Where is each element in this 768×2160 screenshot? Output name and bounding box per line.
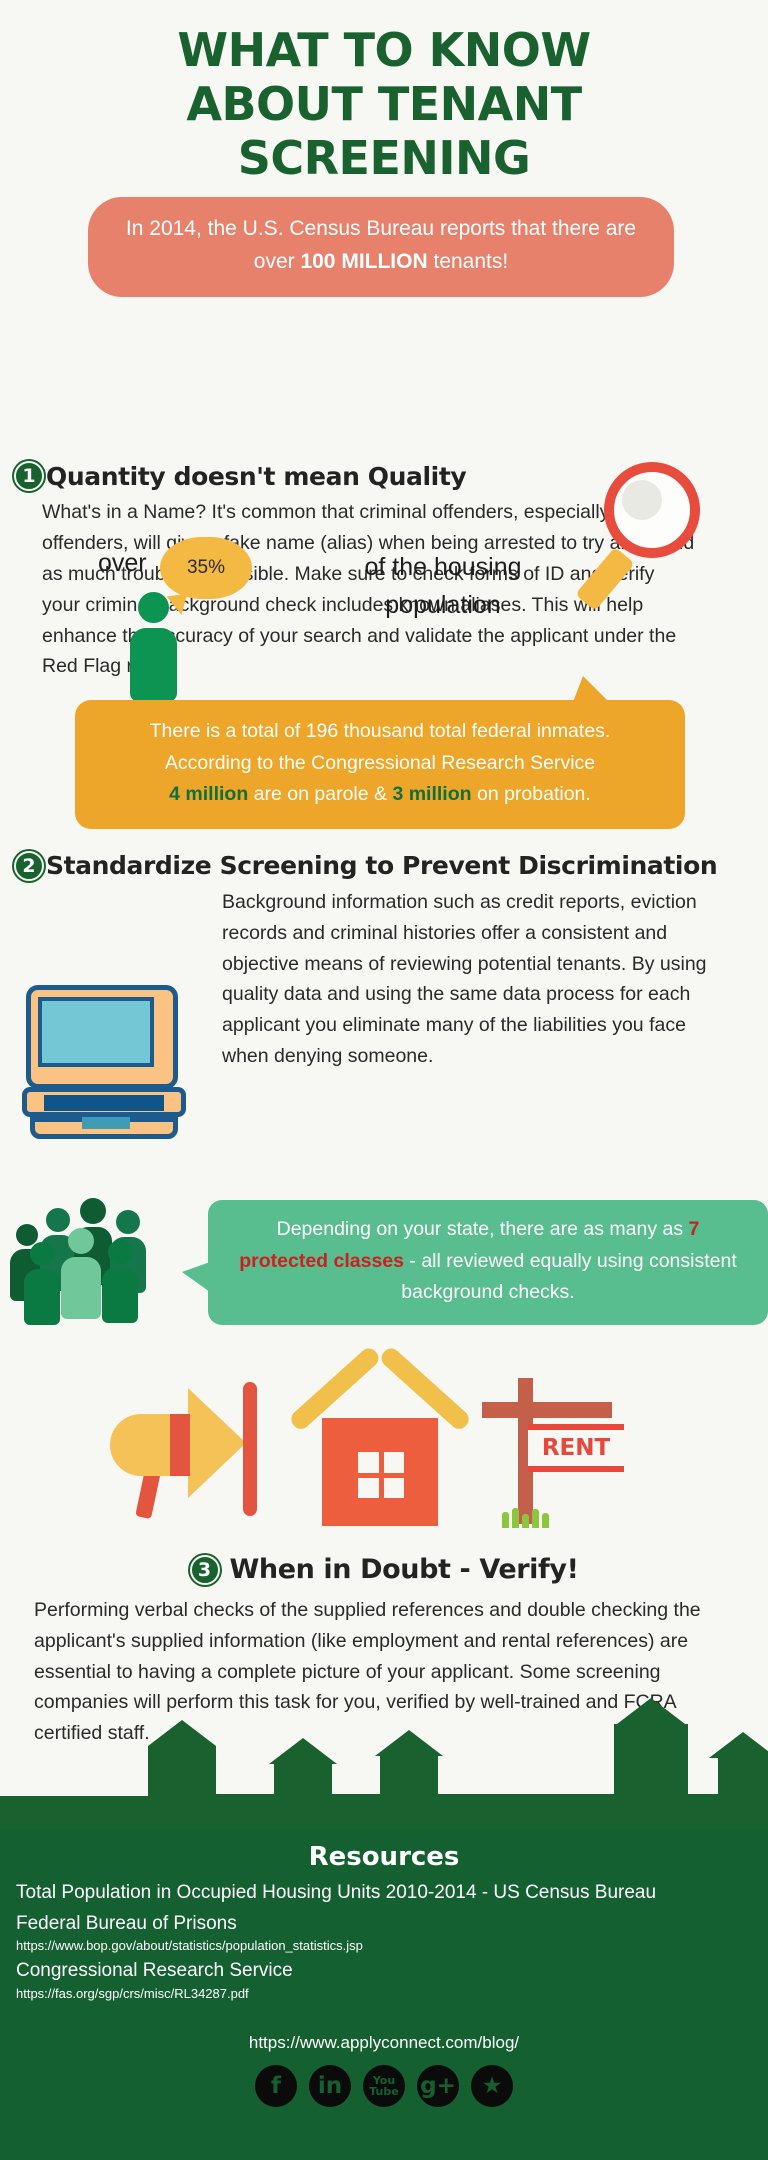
protected-classes-text-2: - all reviewed equally using consistent … (401, 1249, 737, 1304)
building (614, 1724, 688, 1834)
percent-value: 35% (186, 557, 226, 579)
megaphone-cone (188, 1388, 246, 1498)
social-links: f in You Tube g+ ★ (16, 2065, 752, 2108)
resources-footer: Resources Total Population in Occupied H… (0, 1830, 768, 2160)
window-pane (358, 1477, 379, 1498)
skyline-decoration (0, 1714, 768, 1834)
person-figure (24, 1242, 60, 1325)
section-3-title: When in Doubt - Verify! (229, 1554, 579, 1585)
section-3-head: 3 When in Doubt - Verify! (0, 1554, 768, 1585)
census-text-post: tenants! (427, 249, 509, 273)
section-1-title: Quantity doesn't mean Quality (46, 461, 467, 491)
person-figure (102, 1240, 138, 1323)
house-icon (287, 1344, 473, 1528)
building (332, 1794, 380, 1834)
section-1-number: 1 (14, 461, 44, 492)
megaphone-icon (100, 1378, 270, 1528)
title-line-3: SCREENING (237, 130, 531, 185)
percent-bubble: 35% (160, 537, 252, 600)
title-line-1: WHAT TO KNOW (177, 23, 591, 77)
section-2-body: Background information such as credit re… (222, 890, 707, 1067)
protected-classes-text-1: Depending on your state, there are as ma… (276, 1218, 689, 1240)
probation-text: on probation. (471, 783, 591, 806)
facebook-icon[interactable]: f (255, 2065, 297, 2108)
inmates-line-3: 4 million are on parole & 3 million on p… (95, 779, 665, 811)
grass-blade (522, 1514, 529, 1528)
probation-figure: 3 million (392, 783, 472, 806)
building (380, 1756, 438, 1834)
grass-blade (542, 1513, 549, 1528)
rent-label: RENT (528, 1424, 624, 1472)
resource-entry-url[interactable]: https://fas.org/sgp/crs/misc/RL34287.pdf (16, 1985, 752, 2004)
window-pane (383, 1452, 404, 1473)
grass-icon (502, 1508, 552, 1528)
grass-blade (532, 1509, 539, 1528)
building (718, 1758, 768, 1834)
census-bubble: In 2014, the U.S. Census Bureau reports … (88, 197, 674, 297)
page-title: WHAT TO KNOW ABOUT TENANT SCREENING (0, 0, 768, 185)
megaphone-band (170, 1414, 190, 1476)
youtube-icon[interactable]: You Tube (363, 2065, 405, 2108)
rent-sign-icon: RENT (470, 1368, 630, 1528)
person-figure-highlight (61, 1228, 101, 1319)
protected-classes-callout: Depending on your state, there are as ma… (182, 1200, 768, 1325)
grass-blade (502, 1512, 509, 1528)
person-head (30, 1242, 54, 1266)
building (274, 1764, 332, 1834)
section-3-number: 3 (189, 1554, 220, 1585)
building (216, 1794, 274, 1834)
googleplus-icon[interactable]: g+ (417, 2065, 459, 2108)
linkedin-icon[interactable]: in (309, 2065, 351, 2108)
building (438, 1794, 614, 1834)
people-group-icon (10, 1198, 196, 1325)
resource-entry-name: Total Population in Occupied Housing Uni… (16, 1882, 657, 1903)
person-head (116, 1210, 140, 1234)
person-body (61, 1257, 101, 1319)
megaphone-lip (243, 1382, 257, 1516)
census-text-bold: 100 MILLION (300, 249, 428, 273)
resource-entry-url[interactable]: https://www.bop.gov/about/statistics/pop… (16, 1937, 752, 1956)
person-head (80, 1198, 106, 1224)
title-line-2: ABOUT TENANT (186, 76, 582, 131)
parole-figure: 4 million (169, 783, 249, 806)
person-body (24, 1269, 60, 1325)
house-window (358, 1452, 404, 1498)
person-head (108, 1240, 132, 1264)
window-pane (358, 1452, 379, 1473)
person-body (102, 1267, 138, 1323)
megaphone-handle (135, 1468, 161, 1520)
person-body (130, 628, 177, 703)
magnifier-lens (604, 462, 700, 558)
laptop-icon (22, 985, 190, 1139)
person-head (46, 1208, 70, 1232)
laptop-screen (38, 997, 154, 1067)
housing-population-label: of the housing population (364, 553, 522, 619)
infographic-page: WHAT TO KNOW ABOUT TENANT SCREENING In 2… (0, 0, 768, 2160)
section-2-title: Standardize Screening to Prevent Discrim… (46, 851, 718, 881)
intro-block: In 2014, the U.S. Census Bureau reports … (0, 197, 768, 703)
building (0, 1796, 148, 1834)
parole-text: are on parole & (248, 783, 393, 806)
twitter-icon[interactable]: ★ (471, 2065, 513, 2108)
grass-blade (512, 1508, 519, 1528)
section-2-head: 2 Standardize Screening to Prevent Discr… (14, 850, 768, 881)
person-head (138, 592, 169, 624)
over-label: over (98, 549, 147, 578)
building (688, 1794, 718, 1834)
resource-entry-name: Congressional Research Service (16, 1960, 293, 1982)
window-pane (383, 1477, 404, 1498)
inmates-line-1: There is a total of 196 thousand total f… (149, 720, 611, 743)
building (148, 1746, 216, 1834)
magnifier-icon (575, 462, 716, 612)
resources-heading: Resources (308, 1842, 460, 1872)
inmates-callout: There is a total of 196 thousand total f… (75, 676, 685, 829)
laptop-keyboard (44, 1095, 164, 1111)
sign-arm (482, 1402, 612, 1418)
resource-entry-name: Federal Bureau of Prisons (16, 1912, 237, 1934)
blog-url[interactable]: https://www.applyconnect.com/blog/ (16, 2033, 752, 2053)
inmates-line-2: According to the Congressional Research … (164, 751, 596, 774)
laptop-trackpad (82, 1117, 130, 1129)
person-head (68, 1228, 94, 1254)
section-2-number: 2 (14, 850, 44, 881)
